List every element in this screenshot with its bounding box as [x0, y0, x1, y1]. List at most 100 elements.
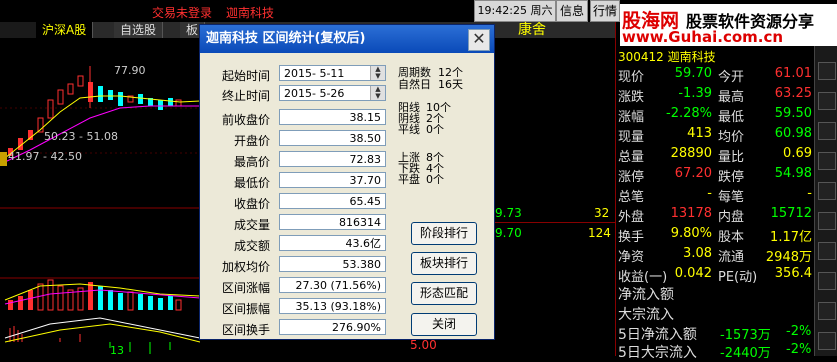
- stat-label: 最低价: [233, 176, 270, 190]
- start-time-field[interactable]: 2015- 5-11 ▲ ▼: [279, 65, 386, 81]
- login-status: 交易未登录: [152, 6, 213, 20]
- toolbar-icon-1[interactable]: [818, 62, 836, 80]
- chart-mid-label: 50.23 - 51.08: [44, 130, 118, 143]
- mid-right-2: 124: [588, 226, 611, 240]
- quote-value: 2948万: [765, 250, 812, 265]
- stat-value-field: 72.83: [279, 151, 386, 167]
- stat-value-field: 38.15: [279, 109, 386, 125]
- stat-label: 加权均价: [221, 260, 270, 274]
- quote-value: 3.08: [683, 246, 712, 261]
- stat-label: 区间换手: [221, 323, 270, 337]
- stat-value-field: 43.6亿: [279, 235, 386, 251]
- tab-shanghai-shenzhen-a[interactable]: 沪深A股: [36, 22, 94, 38]
- pattern-match-button[interactable]: 形态匹配: [411, 282, 477, 305]
- quote-value: 28890: [670, 146, 712, 161]
- stat-label: 开盘价: [233, 134, 270, 148]
- toolbar-icon-10[interactable]: [818, 332, 836, 350]
- start-time-spinner[interactable]: ▲ ▼: [370, 66, 385, 80]
- stat-value-field: 816314: [279, 214, 386, 230]
- quote-value: 59.50: [774, 106, 812, 121]
- broker-name: 迦南科技: [226, 6, 275, 20]
- toolbar-icon-2[interactable]: [818, 92, 836, 110]
- mid-right-1: 32: [594, 206, 610, 220]
- bottom-red-value: 5.00: [410, 338, 437, 352]
- stat-label: 收盘价: [233, 197, 270, 211]
- sector-rank-button[interactable]: 板块排行: [411, 252, 477, 275]
- flat-label: 平盘: [398, 173, 420, 186]
- stat-value-field: 65.45: [279, 193, 386, 209]
- quote-value: 15712: [770, 206, 812, 221]
- start-time-label: 起始时间: [221, 69, 270, 83]
- mid-value-2: 9.70: [495, 226, 522, 240]
- end-time-spinner[interactable]: ▲ ▼: [370, 86, 385, 100]
- quote-value: -: [707, 186, 712, 201]
- period-value: 12个: [438, 66, 463, 79]
- quote-value: 413: [687, 126, 712, 141]
- period-label: 周期数: [398, 66, 431, 79]
- quote-value: 67.20: [674, 166, 712, 181]
- toolbar-icon-8[interactable]: [818, 272, 836, 290]
- close-button[interactable]: 关闭: [411, 313, 477, 336]
- ping-label: 平线: [398, 123, 420, 136]
- stage-rank-button[interactable]: 阶段排行: [411, 222, 477, 245]
- quote-value: 59.70: [674, 66, 712, 81]
- sector-label-fragment: 康舍: [518, 22, 546, 38]
- range-stats-dialog: 迦南科技 区间统计(复权后) ✕ 起始时间 2015- 5-11 ▲ ▼ 终止时间…: [199, 24, 495, 340]
- quote-value: 61.01: [774, 66, 812, 81]
- stat-value-field: 276.90%: [279, 319, 386, 335]
- five-day-net-label: 5日净流入额: [618, 327, 697, 343]
- quote-panel: 300412 迦南科技 现价 59.70 今开 61.01 涨跌 -1.39 最高 63.25…: [615, 22, 815, 361]
- five-day-net-pct: -2%: [786, 324, 812, 339]
- stat-value-field: 27.30 (71.56%): [279, 277, 386, 293]
- toolbar-icon-4[interactable]: [818, 152, 836, 170]
- tab-left-edge: [0, 22, 37, 38]
- mid-value-1: 9.73: [495, 206, 522, 220]
- stat-label: 最高价: [233, 155, 270, 169]
- net-inflow-label: 净流入额: [618, 287, 674, 303]
- ping-value: 0个: [426, 123, 444, 136]
- quote-value: 54.98: [774, 166, 812, 181]
- stat-value-field: 35.13 (93.18%): [279, 298, 386, 314]
- toolbar-icon-3[interactable]: [818, 122, 836, 140]
- stat-label: 成交额: [233, 239, 270, 253]
- quote-value: -: [807, 186, 812, 201]
- quote-value: 0.042: [674, 266, 712, 281]
- quote-value: 60.98: [774, 126, 812, 141]
- stat-label: 前收盘价: [221, 113, 270, 127]
- five-day-net-value: -1573万: [720, 328, 771, 343]
- chart-low-label: 41.97 - 42.50: [8, 150, 82, 163]
- toolbar-icon-5[interactable]: [818, 182, 836, 200]
- dialog-title-bar[interactable]: 迦南科技 区间统计(复权后): [200, 25, 494, 53]
- end-time-value: 2015- 5-26: [284, 87, 345, 100]
- quote-value: 13178: [670, 206, 712, 221]
- quote-code-name: 300412 迦南科技: [618, 50, 716, 64]
- quote-value: 356.4: [774, 266, 812, 281]
- close-icon[interactable]: ✕: [468, 29, 490, 51]
- stat-value-field: 38.50: [279, 130, 386, 146]
- stat-label: 区间涨幅: [221, 281, 270, 295]
- clock: 19:42:25 周六: [474, 0, 556, 22]
- five-day-block-label: 5日大宗流入: [618, 345, 697, 361]
- toolbar-icon-9[interactable]: [818, 302, 836, 320]
- quote-button[interactable]: 行情: [590, 0, 620, 22]
- toolbar-icon-6[interactable]: [818, 212, 836, 230]
- watermark-url: www.Guhai.com.cn: [622, 28, 784, 46]
- kline-chart[interactable]: 77.90 50.23 - 51.08 41.97 - 42.50 13: [0, 38, 200, 356]
- natural-days-value: 16天: [438, 78, 463, 91]
- stat-label: 成交量: [233, 218, 270, 232]
- info-button[interactable]: 信息: [556, 0, 588, 22]
- dialog-title: 迦南科技 区间统计(复权后): [206, 31, 366, 46]
- tab-favorites[interactable]: 自选股: [114, 22, 164, 38]
- volume-bars: [8, 279, 182, 311]
- quote-value: -1.39: [678, 86, 712, 101]
- start-time-value: 2015- 5-11: [284, 67, 345, 80]
- natural-days-label: 自然日: [398, 78, 431, 91]
- quote-value: 0.69: [783, 146, 812, 161]
- quote-value: 63.25: [774, 86, 812, 101]
- watermark-logo: 股海网 股票软件资源分享 www.Guhai.com.cn: [620, 4, 837, 46]
- stat-value-field: 37.70: [279, 172, 386, 188]
- toolbar-icon-7[interactable]: [818, 242, 836, 260]
- end-time-label: 终止时间: [221, 89, 270, 103]
- right-toolbar: [814, 22, 837, 356]
- end-time-field[interactable]: 2015- 5-26 ▲ ▼: [279, 85, 386, 101]
